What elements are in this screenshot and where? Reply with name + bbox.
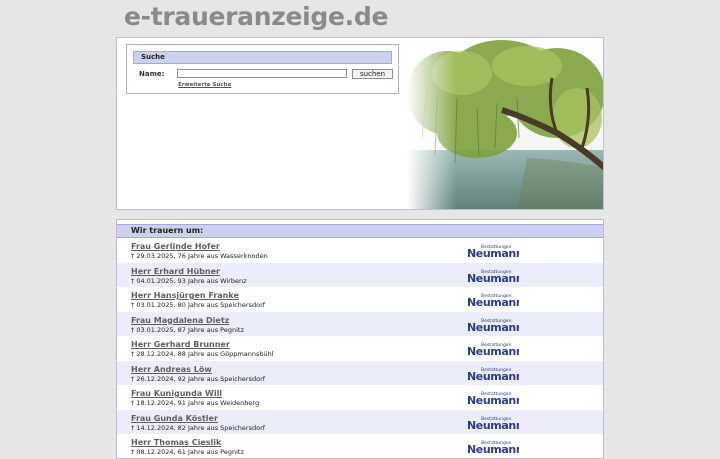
sponsor-name: Neumann [467,345,519,356]
neumann-bestattungen-logo[interactable]: Bestattungen Neumann [467,268,519,283]
deceased-name-link[interactable]: Herr Gerhard Brunner [131,340,230,349]
deceased-name-link[interactable]: Herr Andreas Löw [131,365,212,374]
death-details: † 18.12.2024, 91 Jahre aus Weidenberg [131,399,260,407]
death-details: † 29.03.2025, 76 Jahre aus Wasserknoden [131,252,268,260]
obituary-row: Frau Gunda Köstler † 14.12.2024, 82 Jahr… [117,409,603,434]
death-details: † 04.01.2025, 93 Jahre aus Wirbenz [131,276,247,285]
deceased-name-link[interactable]: Herr Thomas Cieslik [131,438,221,447]
sponsor-name: Neumann [467,321,519,332]
search-button[interactable]: suchen [352,69,393,79]
sponsor-name: Neumann [467,394,519,405]
willow-tree-image [407,38,603,209]
neumann-bestattungen-logo[interactable]: Bestattungen Neumann [467,317,519,332]
deceased-name-link[interactable]: Herr Erhard Hübner [131,267,220,276]
obituary-row: Herr Andreas Löw † 26.12.2024, 92 Jahre … [117,360,603,385]
neumann-bestattungen-logo[interactable]: Bestattungen Neumann [467,243,519,258]
deceased-name-link[interactable]: Frau Magdalena Dietz [131,316,229,325]
name-search-input[interactable] [177,69,347,78]
sponsor-name: Neumann [467,419,519,430]
advanced-search-link[interactable]: Erweiterte Suche [178,82,231,88]
death-details: † 03.01.2025, 87 Jahre aus Pegnitz [131,325,244,334]
deceased-name-link[interactable]: Frau Gerlinde Hofer [131,242,220,251]
sponsor-name: Neumann [467,296,519,307]
neumann-bestattungen-logo[interactable]: Bestattungen Neumann [467,415,519,430]
neumann-bestattungen-logo[interactable]: Bestattungen Neumann [467,439,519,454]
search-title: Suche [133,51,392,64]
deceased-name-link[interactable]: Frau Gunda Köstler [131,414,218,423]
deceased-name-link[interactable]: Herr Hansjürgen Franke [131,291,239,300]
death-details: † 08.12.2024, 61 Jahre aus Pegnitz [131,448,244,456]
sponsor-name: Neumann [467,443,519,454]
sponsor-name: Neumann [467,272,519,283]
obituary-row: Frau Kunigunda Will † 18.12.2024, 91 Jah… [117,385,603,410]
name-label: Name: [139,70,165,78]
neumann-bestattungen-logo[interactable]: Bestattungen Neumann [467,292,519,307]
neumann-bestattungen-logo[interactable]: Bestattungen Neumann [467,366,519,381]
obituary-row: Herr Gerhard Brunner † 28.12.2024, 88 Ja… [117,336,603,361]
obituary-row: Herr Thomas Cieslik † 08.12.2024, 61 Jah… [117,434,603,458]
list-title: Wir trauern um: [117,224,603,238]
obituary-row: Frau Gerlinde Hofer † 29.03.2025, 76 Jah… [117,238,603,263]
death-details: † 03.01.2025, 80 Jahre aus Speichersdorf [131,301,266,309]
obituary-list: Wir trauern um: Frau Gerlinde Hofer † 29… [116,219,604,459]
hero-panel: Suche Name: suchen Erweiterte Suche [116,37,604,210]
death-details: † 14.12.2024, 82 Jahre aus Speichersdorf [131,423,266,432]
neumann-bestattungen-logo[interactable]: Bestattungen Neumann [467,341,519,356]
sponsor-name: Neumann [467,247,519,258]
obituary-row: Herr Erhard Hübner † 04.01.2025, 93 Jahr… [117,262,603,287]
neumann-bestattungen-logo[interactable]: Bestattungen Neumann [467,390,519,405]
obituary-row: Frau Magdalena Dietz † 03.01.2025, 87 Ja… [117,311,603,336]
sponsor-name: Neumann [467,370,519,381]
search-box: Suche Name: suchen Erweiterte Suche [126,44,399,94]
obituary-row: Herr Hansjürgen Franke † 03.01.2025, 80 … [117,287,603,312]
deceased-name-link[interactable]: Frau Kunigunda Will [131,389,222,398]
death-details: † 28.12.2024, 88 Jahre aus Göppmannsbühl [131,350,274,358]
site-logo[interactable]: e-traueranzeige.de [124,2,388,31]
death-details: † 26.12.2024, 92 Jahre aus Speichersdorf [131,374,266,383]
